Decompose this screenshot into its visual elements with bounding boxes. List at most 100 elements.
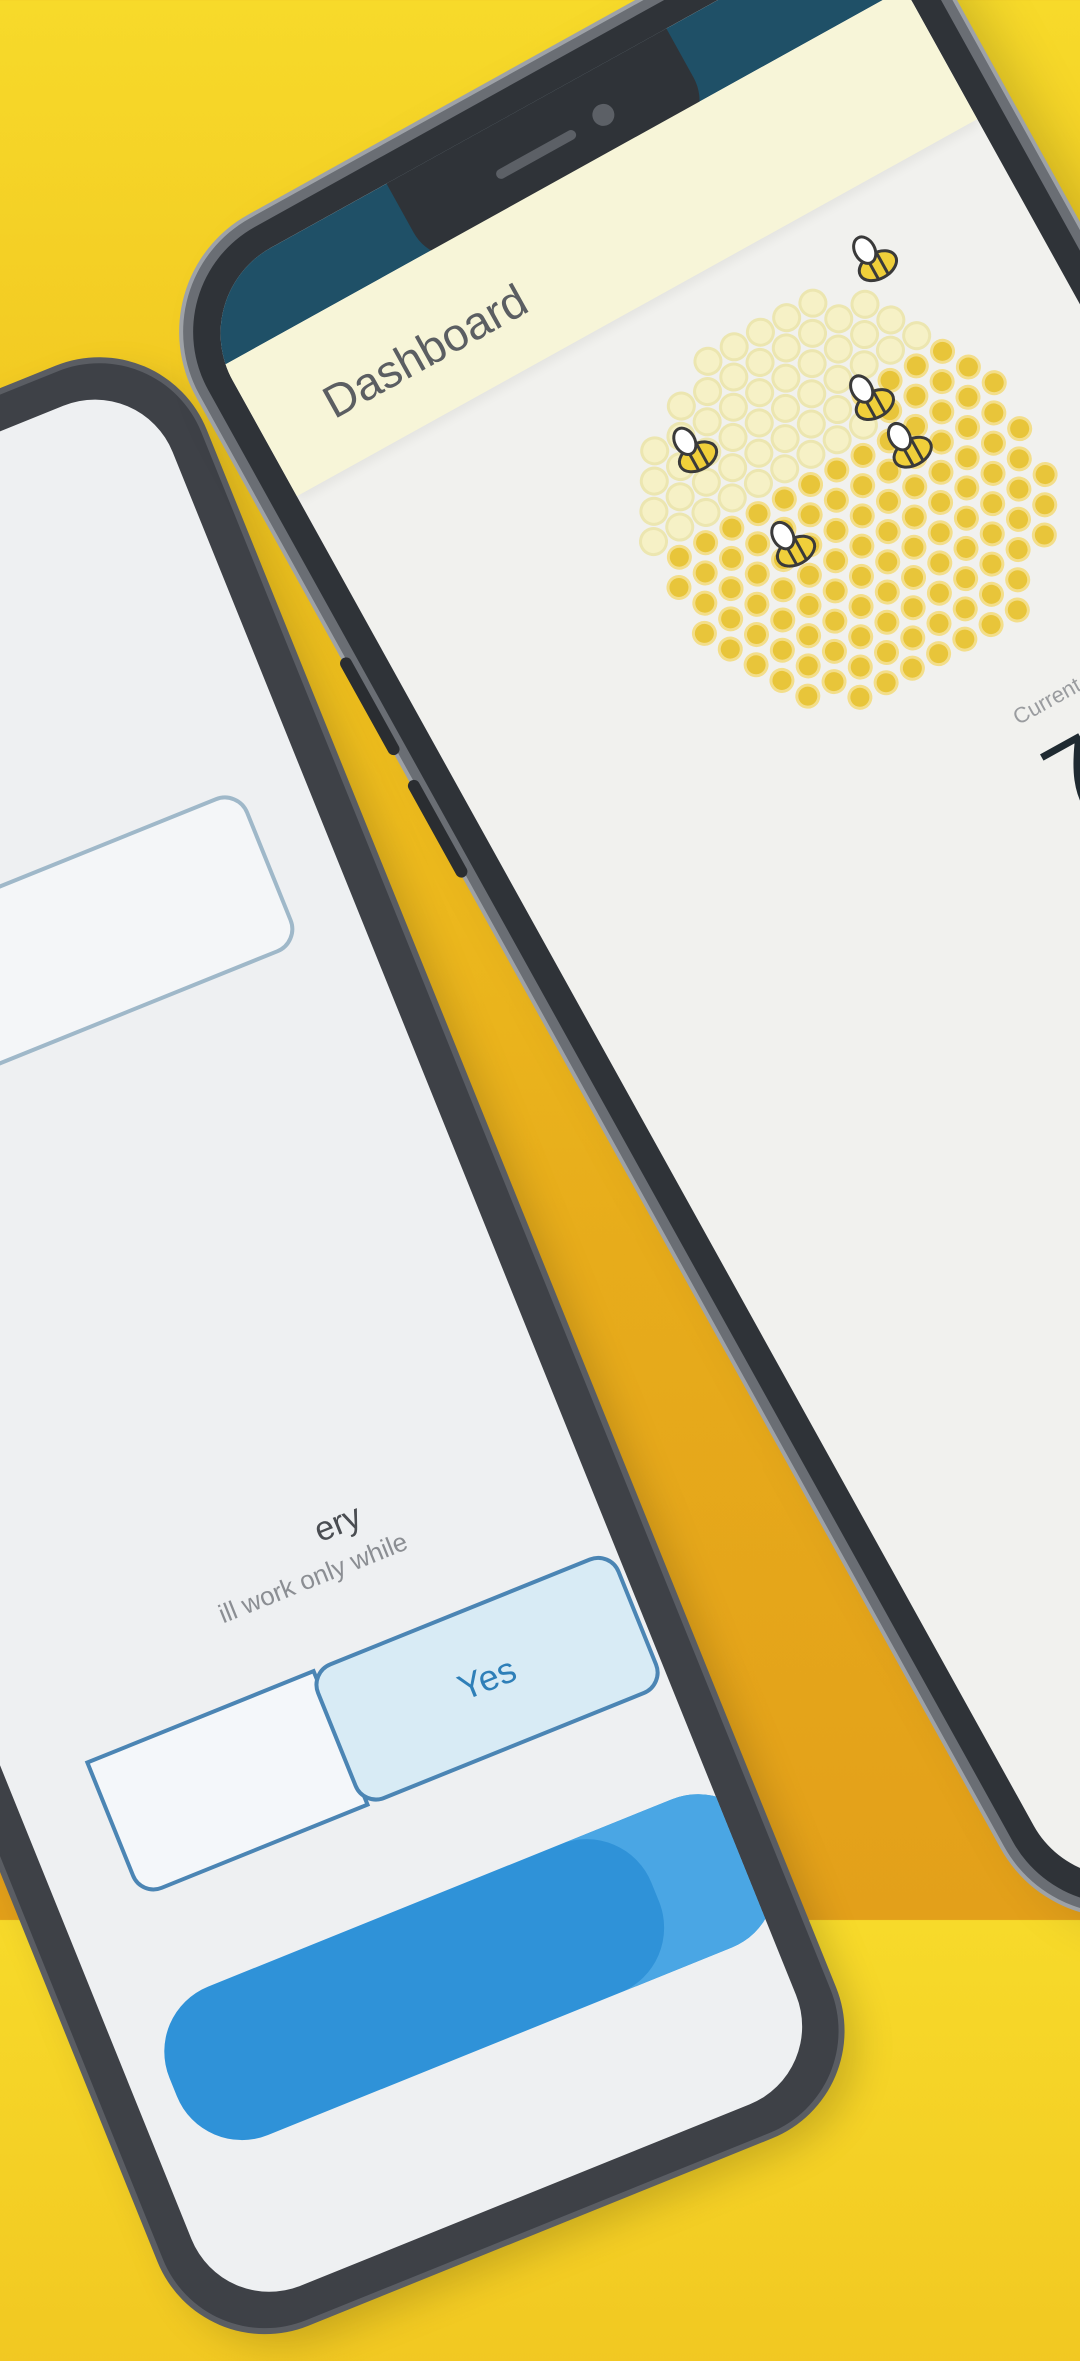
honeycomb-cell [929, 399, 955, 425]
honeycomb-cell [874, 640, 900, 666]
honeycomb-cell [978, 612, 1004, 638]
honeycomb-cell [745, 501, 771, 527]
honeycomb-cell [692, 560, 718, 586]
honeycomb-cell [1005, 537, 1031, 563]
honeycomb-cell [822, 608, 848, 634]
front-camera [588, 99, 619, 130]
honeycomb-cell [978, 581, 1004, 607]
honeycomb-cell [769, 637, 795, 663]
honeycomb-cell [955, 384, 981, 410]
honeycomb-cell [954, 445, 980, 471]
honeycomb-cell [717, 636, 743, 662]
honeycomb-cell [899, 655, 925, 681]
honeycomb-cell [770, 577, 796, 603]
honeycomb-cell [1006, 476, 1032, 502]
honeycomb-cell [927, 520, 953, 546]
honeycomb-cell [952, 596, 978, 622]
honeycomb-cell [955, 414, 981, 440]
honeycomb-cell [900, 625, 926, 651]
honeycomb-cell [849, 503, 875, 529]
honeycomb-cell [821, 669, 847, 695]
honeycomb-cell [980, 460, 1006, 486]
honeycomb-cell [824, 457, 850, 483]
honeycomb-cell [874, 579, 900, 605]
honeycomb-cell [979, 521, 1005, 547]
honeycomb-cell [850, 442, 876, 468]
honeycomb-cell [691, 620, 717, 646]
bee-icon [852, 235, 898, 283]
honeycomb-cell [745, 531, 771, 557]
honeycomb-cell [953, 566, 979, 592]
honeycomb-cell [875, 549, 901, 575]
honeycomb-cell [1005, 506, 1031, 532]
honeycomb-cell [981, 370, 1007, 396]
honeycomb-cell [744, 622, 770, 648]
honeycomb-cell [929, 369, 955, 395]
input-card[interactable] [0, 787, 303, 1104]
honeycomb-cell [928, 489, 954, 515]
honeycomb-cell [770, 607, 796, 633]
honeycomb-cell [718, 545, 744, 571]
honeycomb-cell [1005, 567, 1031, 593]
honeycomb-cell [875, 519, 901, 545]
honeycomb-cell [1032, 492, 1058, 518]
honeycomb-cell [902, 474, 928, 500]
honeycomb-cell [848, 563, 874, 589]
honeycomb-cell [903, 353, 929, 379]
honeycomb-cell [873, 670, 899, 696]
honeycomb-cell [718, 606, 744, 632]
honeycomb-cell [900, 595, 926, 621]
honeycomb-cell [901, 534, 927, 560]
honeycomb-cell [797, 502, 823, 528]
honeycomb-cell [718, 576, 744, 602]
honeycomb-cell [848, 594, 874, 620]
honeycomb-cell [1032, 462, 1058, 488]
honeycomb-cell [744, 561, 770, 587]
honeycomb-cell [955, 354, 981, 380]
honeycomb-cell [981, 400, 1007, 426]
honeycomb-cell [719, 515, 745, 541]
honeycomb-cell [823, 487, 849, 513]
honeycomb-cell [930, 338, 956, 364]
honeycomb-cell [849, 533, 875, 559]
honeycomb-cell [875, 488, 901, 514]
page-title: Dashboard [313, 273, 536, 429]
honeycomb-cell [1006, 446, 1032, 472]
honeycomb-cell [823, 517, 849, 543]
honeycomb-cell [953, 535, 979, 561]
honeycomb-cell [847, 654, 873, 680]
honeycomb-cell [874, 609, 900, 635]
honeycomb-cell [979, 551, 1005, 577]
honeycomb-cell [954, 475, 980, 501]
honeycomb-cell [1004, 597, 1030, 623]
honeycomb-cell [795, 653, 821, 679]
volume-up-button [337, 655, 402, 758]
honeycomb-cell [980, 491, 1006, 517]
honeycomb-cell [980, 430, 1006, 456]
honeycomb-cell [848, 624, 874, 650]
honeycomb-cell [796, 623, 822, 649]
honeycomb-cell [1007, 416, 1033, 442]
setting-subtitle: ill work only while [214, 1526, 412, 1630]
honeycomb-cell [928, 459, 954, 485]
honeycomb-cell [953, 505, 979, 531]
yes-option-label: Yes [451, 1648, 522, 1709]
honeycomb-cell [926, 610, 952, 636]
honeycomb-cell [926, 641, 952, 667]
honeycomb-cell [796, 592, 822, 618]
honeycomb-cell [744, 591, 770, 617]
honeycomb-cell [903, 383, 929, 409]
honeycomb-cell [926, 580, 952, 606]
honeycomb-cell [795, 683, 821, 709]
honeycomb-cell [927, 550, 953, 576]
yes-option-button[interactable]: Yes [307, 1548, 667, 1809]
honeycomb-cell [1031, 522, 1057, 548]
honeycomb-cell [901, 565, 927, 591]
honeycomb-cell [771, 486, 797, 512]
honeycomb-cell [666, 544, 692, 570]
honeycomb-cell [847, 684, 873, 710]
honeycomb-cell [952, 626, 978, 652]
honeycomb-cell [850, 473, 876, 499]
honeycomb-cell [823, 548, 849, 574]
honeycomb-cell [821, 638, 847, 664]
